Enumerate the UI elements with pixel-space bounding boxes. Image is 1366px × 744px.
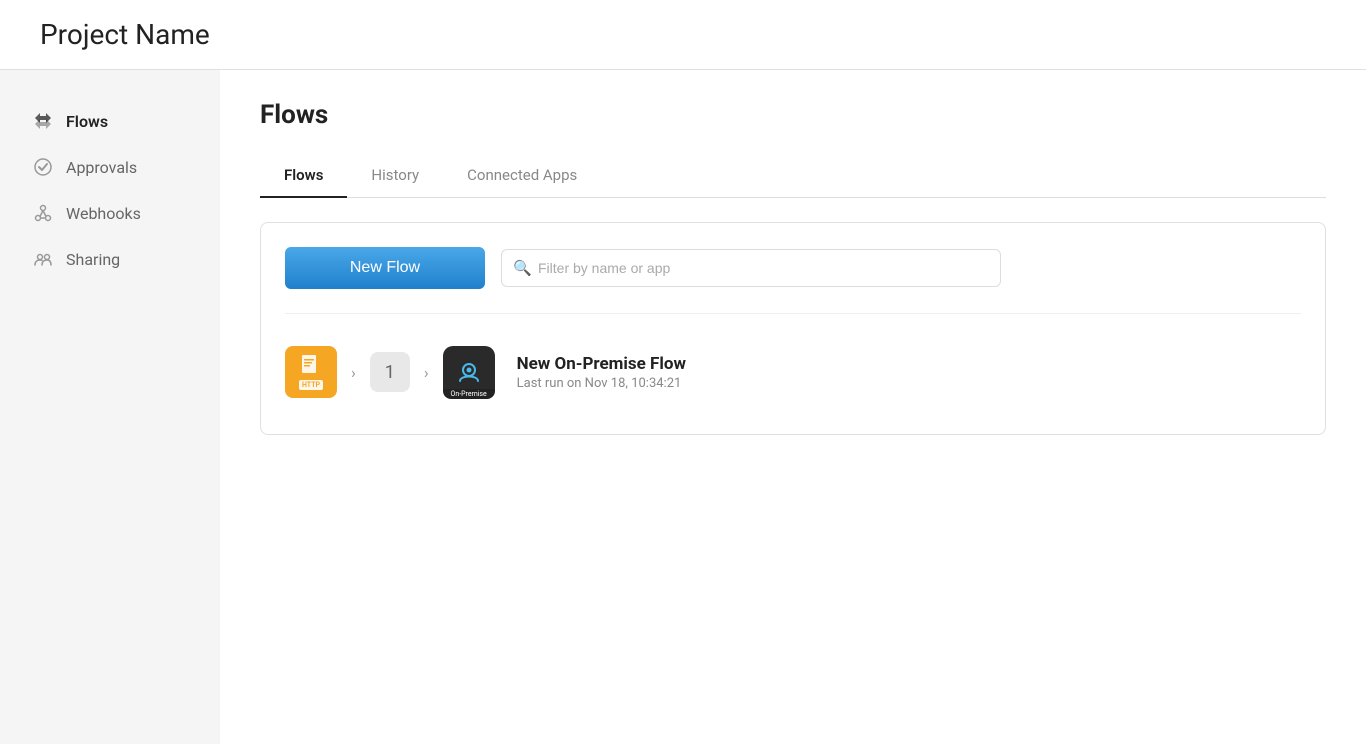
onpremise-icon: On-Premise (443, 346, 495, 398)
main-content: Flows Flows History Connected Apps New F… (220, 70, 1366, 744)
sidebar-item-approvals-label: Approvals (66, 158, 137, 177)
tabs-bar: Flows History Connected Apps (260, 154, 1326, 198)
project-name: Project Name (40, 18, 1326, 51)
sidebar-item-approvals[interactable]: Approvals (20, 146, 200, 188)
sidebar-item-flows[interactable]: Flows (20, 100, 200, 142)
sidebar-item-sharing[interactable]: Sharing (20, 238, 200, 280)
tab-history[interactable]: History (347, 154, 443, 198)
flow-name: New On-Premise Flow (517, 354, 686, 374)
webhooks-icon (32, 202, 54, 224)
tab-flows[interactable]: Flows (260, 154, 347, 198)
step-number: 1 (370, 352, 410, 392)
flows-toolbar: New Flow 🔍 (285, 247, 1301, 289)
http-doc-icon: HTTP (299, 354, 323, 390)
new-flow-button[interactable]: New Flow (285, 247, 485, 289)
http-icon: HTTP (285, 346, 337, 398)
sidebar-item-webhooks-label: Webhooks (66, 204, 141, 223)
tab-connected-apps[interactable]: Connected Apps (443, 154, 601, 198)
approvals-icon (32, 156, 54, 178)
flow-row[interactable]: HTTP › 1 › On-Premise New On-Premise Flo… (285, 334, 1301, 410)
search-icon: 🔍 (513, 259, 532, 277)
arrow-icon-1: › (347, 363, 360, 382)
sharing-icon (32, 248, 54, 270)
divider (285, 313, 1301, 314)
flows-icon (32, 110, 54, 132)
flow-last-run: Last run on Nov 18, 10:34:21 (517, 376, 686, 391)
sidebar-item-flows-label: Flows (66, 112, 108, 131)
arrow-icon-2: › (420, 363, 433, 382)
http-badge: HTTP (299, 380, 323, 390)
flows-card: New Flow 🔍 HTTP (260, 222, 1326, 435)
flow-info: New On-Premise Flow Last run on Nov 18, … (517, 354, 686, 391)
sidebar: Flows Approvals (0, 70, 220, 744)
filter-input[interactable] (501, 249, 1001, 287)
filter-wrap: 🔍 (501, 249, 1001, 287)
header: Project Name (0, 0, 1366, 70)
sidebar-item-webhooks[interactable]: Webhooks (20, 192, 200, 234)
onpremise-label: On-Premise (443, 389, 495, 399)
sidebar-item-sharing-label: Sharing (66, 250, 120, 269)
page-title: Flows (260, 100, 1326, 130)
